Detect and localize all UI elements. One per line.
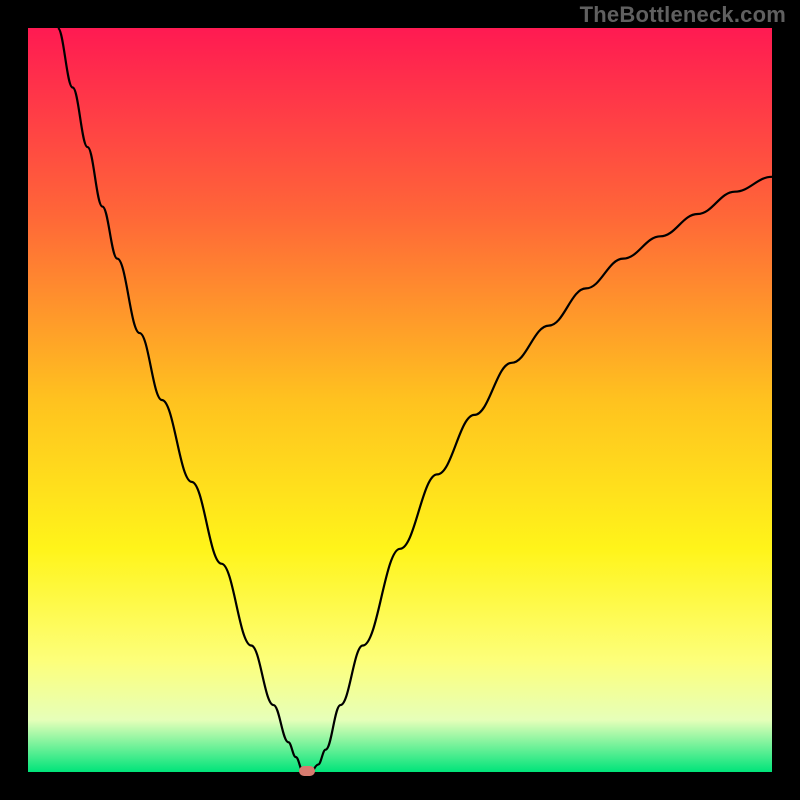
optimum-marker xyxy=(299,766,315,776)
bottleneck-chart xyxy=(0,0,800,800)
plot-background xyxy=(28,28,772,772)
chart-frame: TheBottleneck.com xyxy=(0,0,800,800)
watermark-text: TheBottleneck.com xyxy=(580,2,786,28)
